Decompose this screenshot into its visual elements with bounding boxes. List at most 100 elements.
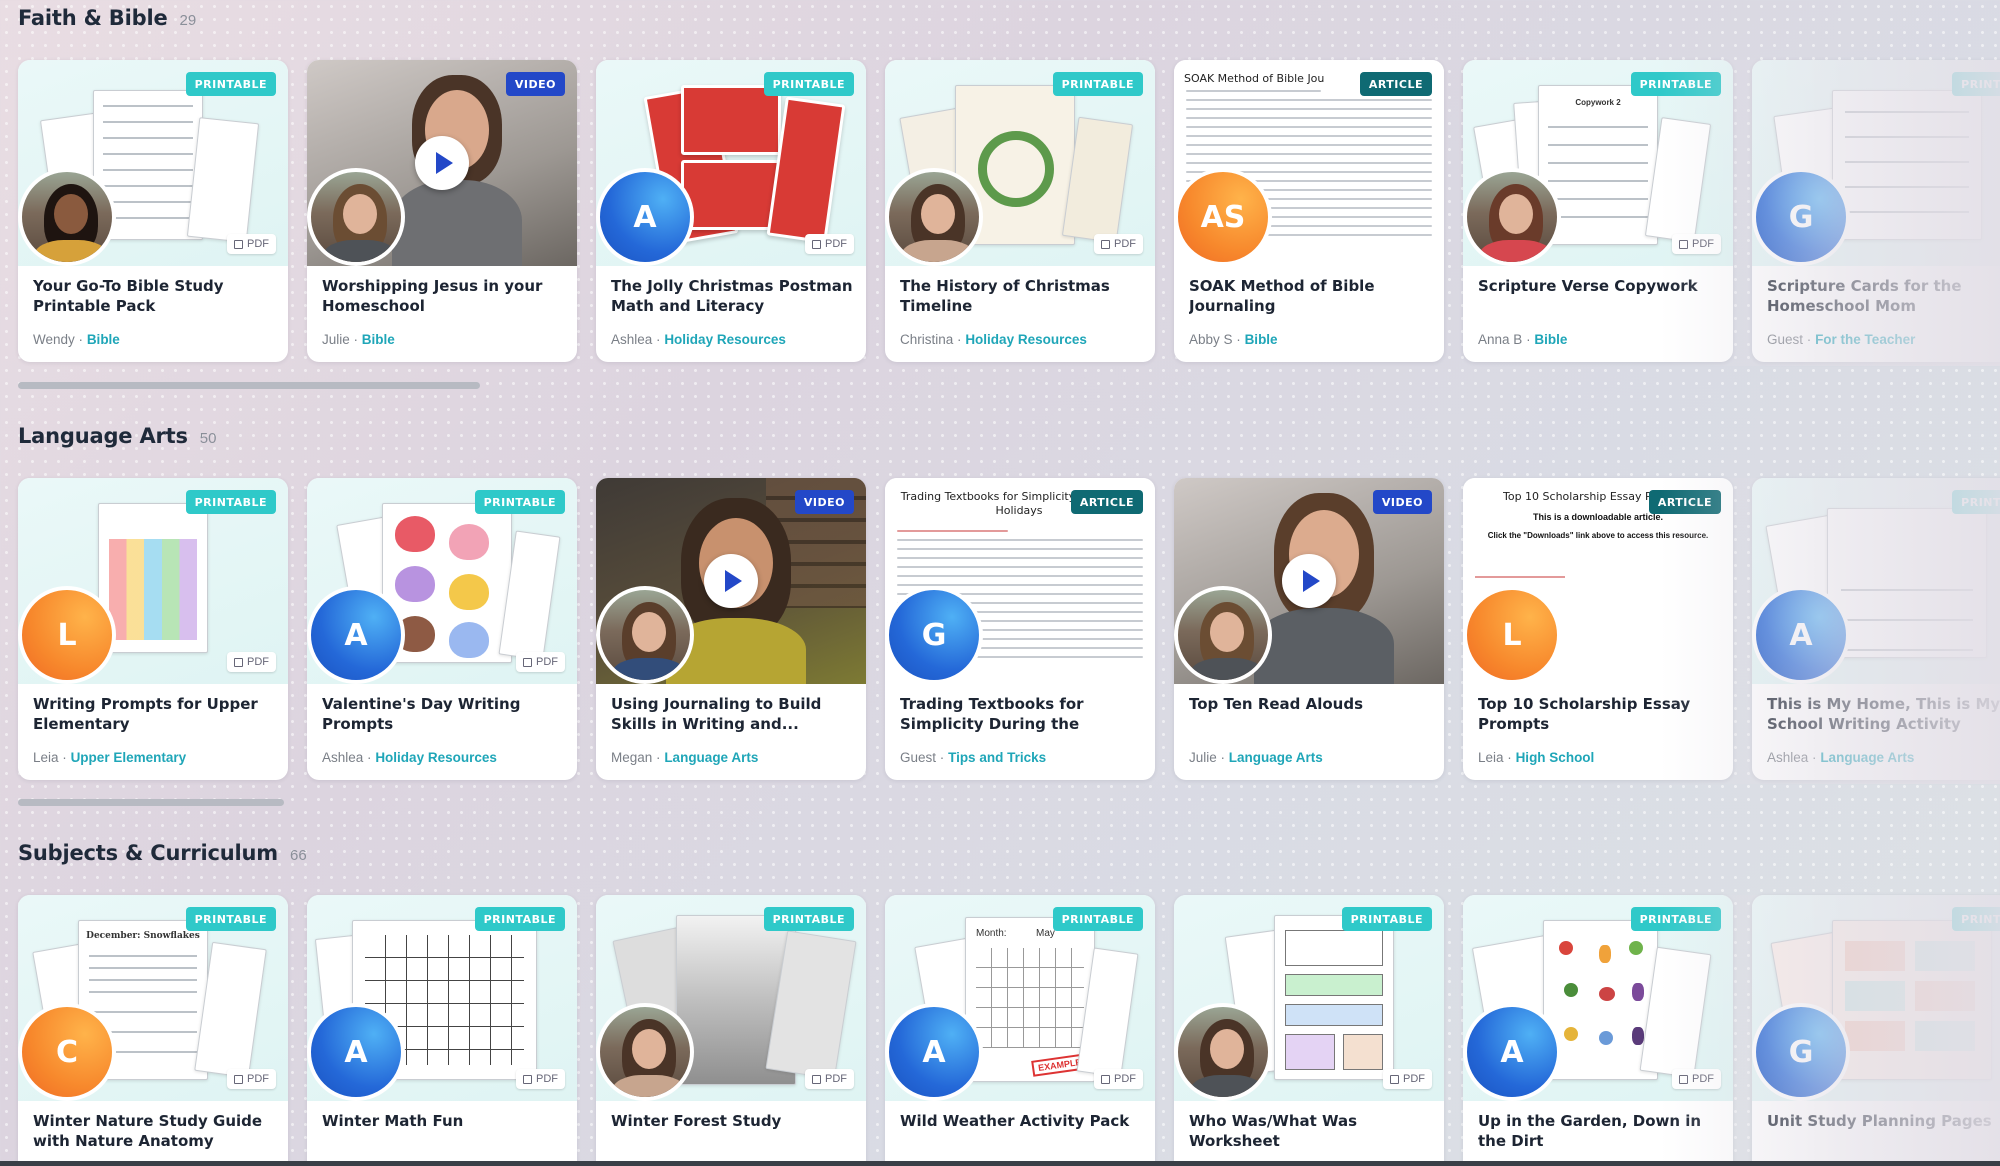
resource-card[interactable]: VIDEO Using Journaling to Build Skills i… [596,478,866,780]
category-link[interactable]: Holiday Resources [965,332,1087,347]
resource-card[interactable]: Top 10 Scholarship Essay P This is a dow… [1463,478,1733,780]
category-link[interactable]: Upper Elementary [71,750,187,765]
card-title[interactable]: Up in the Garden, Down in the Dirt [1478,1111,1721,1151]
play-button[interactable] [1282,554,1336,608]
window-bottom-edge [0,1161,2000,1166]
card-title[interactable]: Top 10 Scholarship Essay Prompts [1478,694,1721,734]
resource-card[interactable]: PRINT A This is My Home, This is My Scho… [1752,478,2000,780]
card-body: Writing Prompts for Upper Elementary [33,694,276,734]
card-thumbnail: PRINTABLE PDF [596,895,866,1101]
card-title[interactable]: Winter Forest Study [611,1111,854,1131]
category-link[interactable]: Bible [1534,332,1567,347]
section-count: 29 [179,12,197,29]
card-body: Unit Study Planning Pages [1767,1111,2000,1131]
separator: · [1507,750,1512,765]
resource-card[interactable]: Copywork 2 PRINTABLE PDF Scripture Verse… [1463,60,1733,362]
resource-card[interactable]: PRINT G Scripture Cards for the Homescho… [1752,60,2000,362]
category-link[interactable]: Tips and Tricks [948,750,1046,765]
type-badge: PRINTABLE [763,72,854,96]
card-body: Winter Forest Study [611,1111,854,1131]
type-badge: PRINT [1952,72,2000,96]
card-title[interactable]: Trading Textbooks for Simplicity During … [900,694,1143,734]
resource-card[interactable]: Month: May EXAMPLE PRINTABLE PDF A Wild … [885,895,1155,1166]
card-title[interactable]: Top Ten Read Alouds [1189,694,1432,714]
section-count: 66 [289,847,307,864]
category-link[interactable]: Bible [1245,332,1278,347]
card-meta: Leia · Upper Elementary [33,750,186,765]
card-meta: Ashlea · Holiday Resources [611,332,786,347]
card-title[interactable]: Worshipping Jesus in your Homeschool [322,276,565,316]
resource-card[interactable]: December: Snowflakes PRINTABLE PDF C Win… [18,895,288,1166]
card-thumbnail: PRINT G [1752,60,2000,266]
pdf-label: PDF [825,238,847,250]
resource-card[interactable]: PRINTABLE PDF A Winter Math Fun [307,895,577,1166]
play-button[interactable] [704,554,758,608]
separator: · [1806,332,1812,347]
type-badge: PRINTABLE [1052,72,1143,96]
type-badge: VIDEO [1372,490,1432,514]
resource-card[interactable]: PRINTABLE PDF A Valentine's Day Writing … [307,478,577,780]
resource-card[interactable]: PRINTABLE PDF L Writing Prompts for Uppe… [18,478,288,780]
author-name: Megan [611,750,653,765]
card-body: Trading Textbooks for Simplicity During … [900,694,1143,734]
pdf-label: PDF [1114,238,1136,250]
card-title[interactable]: Scripture Verse Copywork [1478,276,1721,296]
card-title[interactable]: Winter Nature Study Guide with Nature An… [33,1111,276,1151]
category-link[interactable]: For the Teacher [1815,332,1915,347]
play-button[interactable] [415,136,469,190]
section-header: Language Arts 50 [18,424,216,448]
card-title[interactable]: This is My Home, This is My School Writi… [1767,694,2000,734]
card-title[interactable]: SOAK Method of Bible Journaling [1189,276,1432,316]
resource-card[interactable]: PRINTABLE PDF Winter Forest Study [596,895,866,1166]
author-name: Abby S [1189,332,1233,347]
card-meta: Julie · Language Arts [1189,750,1323,765]
pdf-tag: PDF [805,1069,854,1089]
card-meta: Megan · Language Arts [611,750,758,765]
resource-card[interactable]: SOAK Method of Bible Jou ARTICLE AS SOAK… [1174,60,1444,362]
category-link[interactable]: Holiday Resources [375,750,497,765]
author-avatar [1174,1003,1272,1101]
pdf-label: PDF [1403,1073,1425,1085]
document-icon [1390,1074,1399,1084]
card-title[interactable]: The Jolly Christmas Postman Math and Lit… [611,276,854,316]
card-thumbnail: PRINTABLE PDF A [307,478,577,684]
resource-card[interactable]: PRINT G Unit Study Planning Pages [1752,895,2000,1166]
thumb-subtitle: May [1036,928,1055,939]
type-badge: PRINTABLE [1052,907,1143,931]
resource-card[interactable]: PRINTABLE PDF Your Go-To Bible Study Pri… [18,60,288,362]
resource-card[interactable]: PRINTABLE PDF A The Jolly Christmas Post… [596,60,866,362]
category-link[interactable]: High School [1516,750,1595,765]
resource-card[interactable]: Trading Textbooks for Simplicity During … [885,478,1155,780]
horizontal-scrollbar[interactable] [18,799,284,806]
resource-card[interactable]: VIDEO Worshipping Jesus in your Homescho… [307,60,577,362]
card-title[interactable]: Scripture Cards for the Homeschool Mom [1767,276,2000,316]
category-link[interactable]: Language Arts [1820,750,1914,765]
card-body: Valentine's Day Writing Prompts [322,694,565,734]
separator: · [1220,750,1226,765]
category-link[interactable]: Holiday Resources [664,332,786,347]
category-link[interactable]: Language Arts [664,750,758,765]
category-link[interactable]: Bible [87,332,120,347]
horizontal-scrollbar[interactable] [18,382,480,389]
resource-card[interactable]: VIDEO Top Ten Read Alouds Julie · Langua… [1174,478,1444,780]
card-title[interactable]: Using Journaling to Build Skills in Writ… [611,694,854,734]
card-title[interactable]: Who Was/What Was Worksheet [1189,1111,1432,1151]
card-thumbnail: PRINTABLE PDF [1174,895,1444,1101]
card-title[interactable]: Writing Prompts for Upper Elementary [33,694,276,734]
category-link[interactable]: Bible [362,332,395,347]
card-thumbnail: VIDEO [307,60,577,266]
card-title[interactable]: Unit Study Planning Pages [1767,1111,2000,1131]
card-title[interactable]: Wild Weather Activity Pack [900,1111,1143,1131]
card-title[interactable]: The History of Christmas Timeline [900,276,1143,316]
category-link[interactable]: Language Arts [1229,750,1323,765]
card-title[interactable]: Winter Math Fun [322,1111,565,1131]
card-title[interactable]: Your Go-To Bible Study Printable Pack [33,276,276,316]
author-name: Ashlea [322,750,364,765]
section-header: Subjects & Curriculum 66 [18,841,307,865]
card-meta: Wendy · Bible [33,332,120,347]
card-thumbnail: VIDEO [596,478,866,684]
card-title[interactable]: Valentine's Day Writing Prompts [322,694,565,734]
resource-card[interactable]: PRINTABLE PDF A Up in the Garden, Down i… [1463,895,1733,1166]
resource-card[interactable]: PRINTABLE PDF The History of Christmas T… [885,60,1155,362]
resource-card[interactable]: PRINTABLE PDF Who Was/What Was Worksheet [1174,895,1444,1166]
